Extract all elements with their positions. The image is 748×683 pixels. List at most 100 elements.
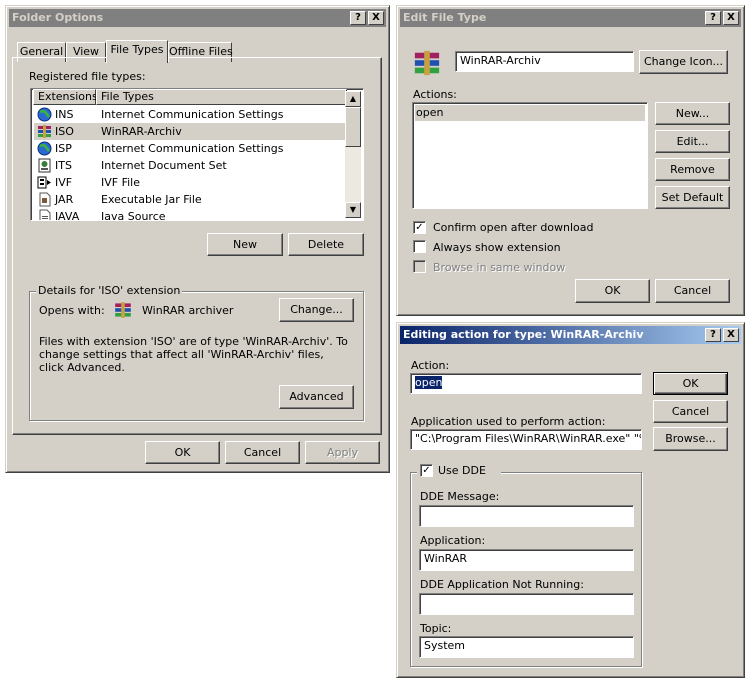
ok-button[interactable]: OK bbox=[575, 279, 650, 303]
list-item-selected[interactable]: ISO WinRAR-Archiv bbox=[34, 123, 346, 140]
document-set-icon bbox=[38, 158, 51, 173]
ivf-file-icon bbox=[37, 176, 51, 189]
remove-action-button[interactable]: Remove bbox=[655, 158, 730, 181]
file-types-list[interactable]: Extensions File Types INS Internet Commu… bbox=[30, 88, 364, 221]
edit-file-type-title: Edit File Type bbox=[403, 11, 487, 24]
cancel-button[interactable]: Cancel bbox=[655, 279, 730, 303]
close-button[interactable]: X bbox=[723, 11, 739, 25]
set-default-button[interactable]: Set Default bbox=[655, 186, 730, 209]
dde-not-running-field[interactable] bbox=[419, 593, 634, 615]
help-button[interactable]: ? bbox=[705, 11, 721, 25]
dde-message-field[interactable] bbox=[419, 505, 634, 527]
row-file-type: WinRAR-Archiv bbox=[101, 125, 182, 138]
actions-list[interactable]: open bbox=[412, 102, 648, 209]
editing-action-titlebar[interactable]: Editing action for type: WinRAR-Archiv ?… bbox=[400, 326, 741, 344]
winrar-icon bbox=[38, 125, 51, 138]
list-item-selected[interactable]: open bbox=[415, 105, 645, 121]
confirm-open-label: Confirm open after download bbox=[433, 221, 594, 234]
action-field[interactable]: open bbox=[410, 373, 642, 394]
file-type-name-field[interactable]: WinRAR-Archiv bbox=[455, 51, 634, 72]
registered-file-types-label: Registered file types: bbox=[29, 70, 146, 83]
row-file-type: IVF File bbox=[101, 176, 140, 189]
list-item[interactable]: INS Internet Communication Settings bbox=[34, 106, 346, 123]
winrar-icon bbox=[115, 302, 131, 318]
change-button[interactable]: Change... bbox=[279, 298, 354, 322]
delete-button[interactable]: Delete bbox=[288, 233, 364, 256]
application-label: Application: bbox=[420, 534, 486, 547]
java-file-icon bbox=[39, 209, 51, 220]
always-show-extension-checkbox[interactable] bbox=[413, 240, 426, 253]
cancel-button[interactable]: Cancel bbox=[653, 400, 728, 423]
application-used-label: Application used to perform action: bbox=[411, 415, 606, 428]
edit-file-type-titlebar[interactable]: Edit File Type ? X bbox=[400, 9, 741, 27]
column-header-file-types[interactable]: File Types bbox=[96, 89, 347, 105]
details-group-label: Details for 'ISO' extension bbox=[36, 284, 183, 297]
jar-file-icon bbox=[39, 192, 51, 207]
edit-action-button[interactable]: Edit... bbox=[655, 130, 730, 153]
browse-button[interactable]: Browse... bbox=[653, 427, 728, 451]
row-file-type: Internet Document Set bbox=[101, 159, 227, 172]
browse-same-window-label: Browse in same window bbox=[433, 261, 566, 274]
ok-button[interactable]: OK bbox=[653, 372, 728, 395]
file-type-description: Files with extension 'ISO' are of type '… bbox=[39, 335, 348, 374]
use-dde-group-label: ✓ Use DDE bbox=[417, 464, 501, 478]
globe-icon bbox=[37, 107, 52, 122]
change-icon-button[interactable]: Change Icon... bbox=[639, 50, 728, 74]
editing-action-title: Editing action for type: WinRAR-Archiv bbox=[403, 328, 644, 341]
actions-label: Actions: bbox=[413, 88, 457, 101]
close-button[interactable]: X bbox=[368, 11, 384, 25]
action-label: Action: bbox=[411, 359, 450, 372]
column-header-extensions[interactable]: Extensions bbox=[33, 89, 98, 105]
apply-button[interactable]: Apply bbox=[305, 441, 380, 464]
application-field[interactable]: WinRAR bbox=[419, 549, 634, 571]
globe-icon bbox=[37, 141, 52, 156]
row-extension: ITS bbox=[55, 159, 72, 172]
list-scrollbar[interactable]: ▲ ▼ bbox=[345, 91, 361, 218]
row-file-type: Internet Communication Settings bbox=[101, 142, 284, 155]
row-extension: INS bbox=[55, 108, 74, 121]
help-button[interactable]: ? bbox=[705, 328, 721, 342]
list-item[interactable]: ITS Internet Document Set bbox=[34, 157, 346, 174]
tab-file-types[interactable]: File Types bbox=[106, 40, 168, 63]
list-item[interactable]: IVF IVF File bbox=[34, 174, 346, 191]
folder-options-titlebar[interactable]: Folder Options ? X bbox=[9, 9, 386, 27]
application-path-field[interactable]: "C:\Program Files\WinRAR\WinRAR.exe" "%1… bbox=[410, 429, 642, 450]
advanced-button[interactable]: Advanced bbox=[279, 385, 354, 409]
confirm-open-checkbox[interactable]: ✓ bbox=[413, 221, 426, 234]
browse-same-window-checkbox[interactable] bbox=[413, 260, 426, 273]
opens-with-app: WinRAR archiver bbox=[142, 304, 234, 317]
new-button[interactable]: New bbox=[207, 233, 283, 256]
help-button[interactable]: ? bbox=[350, 11, 366, 25]
scroll-down-button[interactable]: ▼ bbox=[345, 202, 361, 218]
topic-label: Topic: bbox=[420, 622, 452, 635]
list-item[interactable]: ISP Internet Communication Settings bbox=[34, 140, 346, 157]
close-button[interactable]: X bbox=[723, 328, 739, 342]
row-extension: JAVA bbox=[55, 210, 80, 221]
action-value: open bbox=[415, 376, 443, 389]
winrar-icon bbox=[414, 50, 440, 76]
row-file-type: Executable Jar File bbox=[101, 193, 202, 206]
list-item[interactable]: JAVA Java Source bbox=[34, 208, 346, 221]
row-extension: ISP bbox=[55, 142, 72, 155]
editing-action-dialog: Editing action for type: WinRAR-Archiv ?… bbox=[396, 322, 745, 678]
topic-field[interactable]: System bbox=[419, 636, 634, 658]
new-action-button[interactable]: New... bbox=[655, 102, 730, 125]
action-open: open bbox=[416, 106, 444, 119]
row-extension: ISO bbox=[55, 125, 74, 138]
use-dde-checkbox[interactable]: ✓ bbox=[420, 464, 433, 477]
list-item[interactable]: JAR Executable Jar File bbox=[34, 191, 346, 208]
row-extension: JAR bbox=[55, 193, 74, 206]
edit-file-type-dialog: Edit File Type ? X WinRAR-Archiv Change … bbox=[396, 5, 745, 316]
use-dde-label: Use DDE bbox=[438, 464, 486, 477]
row-file-type: Internet Communication Settings bbox=[101, 108, 284, 121]
always-show-extension-label: Always show extension bbox=[433, 241, 561, 254]
ok-button[interactable]: OK bbox=[145, 441, 220, 464]
folder-options-title: Folder Options bbox=[12, 11, 104, 24]
row-extension: IVF bbox=[55, 176, 73, 189]
scroll-up-button[interactable]: ▲ bbox=[345, 91, 361, 107]
opens-with-label: Opens with: bbox=[39, 304, 105, 317]
scroll-thumb[interactable] bbox=[345, 107, 361, 147]
folder-options-dialog: Folder Options ? X General View File Typ… bbox=[5, 5, 390, 473]
row-file-type: Java Source bbox=[101, 210, 166, 221]
cancel-button[interactable]: Cancel bbox=[225, 441, 300, 464]
